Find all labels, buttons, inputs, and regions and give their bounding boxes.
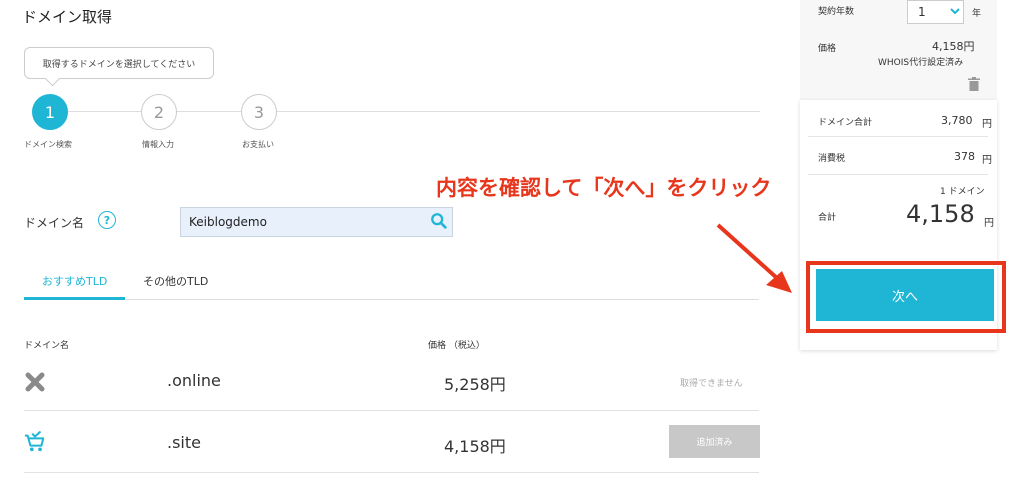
chevron-down-icon bbox=[950, 8, 960, 15]
tax-label: 消費税 bbox=[818, 154, 846, 164]
annotation-text: 内容を確認して「次へ」をクリック bbox=[436, 176, 772, 200]
step-1-label: ドメイン検索 bbox=[24, 140, 72, 149]
next-button[interactable]: 次へ bbox=[816, 269, 994, 321]
price-value: 4,158円 bbox=[932, 40, 975, 53]
domain-name-label: ドメイン名 bbox=[24, 216, 85, 230]
tab-recommended-tld[interactable]: おすすめTLD bbox=[42, 273, 107, 289]
table-row: .site 4,158円 追加済み bbox=[24, 420, 760, 473]
trash-icon[interactable] bbox=[968, 77, 980, 91]
domain-search-input[interactable]: Keiblogdemo bbox=[180, 207, 453, 237]
column-header-price: 価格 （税込） bbox=[428, 341, 485, 351]
tax-yen: 円 bbox=[982, 155, 992, 166]
row-tld-name: .site bbox=[167, 433, 201, 452]
contract-years-unit: 年 bbox=[972, 9, 982, 19]
step-3-label: お支払い bbox=[242, 140, 274, 149]
tab-divider bbox=[24, 299, 759, 300]
domain-total-yen: 円 bbox=[982, 119, 992, 130]
tax-value: 378 bbox=[954, 150, 975, 163]
tab-active-indicator bbox=[24, 297, 125, 300]
step-2-circle: 2 bbox=[141, 94, 177, 130]
total-value: 4,158 bbox=[906, 200, 975, 228]
row-price: 5,258円 bbox=[444, 375, 506, 394]
total-yen: 円 bbox=[984, 218, 994, 229]
price-label: 価格 bbox=[818, 44, 837, 54]
summary-divider bbox=[808, 174, 988, 175]
column-header-domain: ドメイン名 bbox=[24, 341, 70, 351]
domain-total-label: ドメイン合計 bbox=[818, 118, 873, 128]
added-button[interactable]: 追加済み bbox=[669, 425, 760, 458]
search-icon[interactable] bbox=[430, 212, 448, 230]
whois-note: WHOIS代行設定済み bbox=[878, 58, 964, 68]
cart-added-icon bbox=[24, 431, 45, 452]
annotation-arrow-icon bbox=[716, 223, 792, 293]
row-price: 4,158円 bbox=[444, 437, 506, 456]
row-status-unavailable: 取得できません bbox=[680, 379, 743, 389]
step-2-label: 情報入力 bbox=[142, 140, 174, 149]
unavailable-x-icon bbox=[25, 372, 45, 392]
tab-other-tld[interactable]: その他のTLD bbox=[143, 273, 208, 289]
row-tld-name: .online bbox=[167, 371, 221, 390]
summary-divider bbox=[808, 136, 988, 137]
total-label: 合計 bbox=[818, 213, 837, 223]
page-title: ドメイン取得 bbox=[22, 8, 113, 26]
step-1-circle: 1 bbox=[32, 94, 68, 130]
contract-years-label: 契約年数 bbox=[818, 7, 855, 17]
step-3-circle: 3 bbox=[241, 94, 277, 130]
domain-total-value: 3,780 bbox=[941, 114, 973, 127]
domain-count: 1 ドメイン bbox=[940, 187, 985, 197]
help-icon[interactable]: ? bbox=[98, 211, 116, 229]
table-row: .online 5,258円 取得できません bbox=[24, 358, 759, 411]
instruction-tooltip: 取得するドメインを選択してください bbox=[24, 47, 214, 79]
